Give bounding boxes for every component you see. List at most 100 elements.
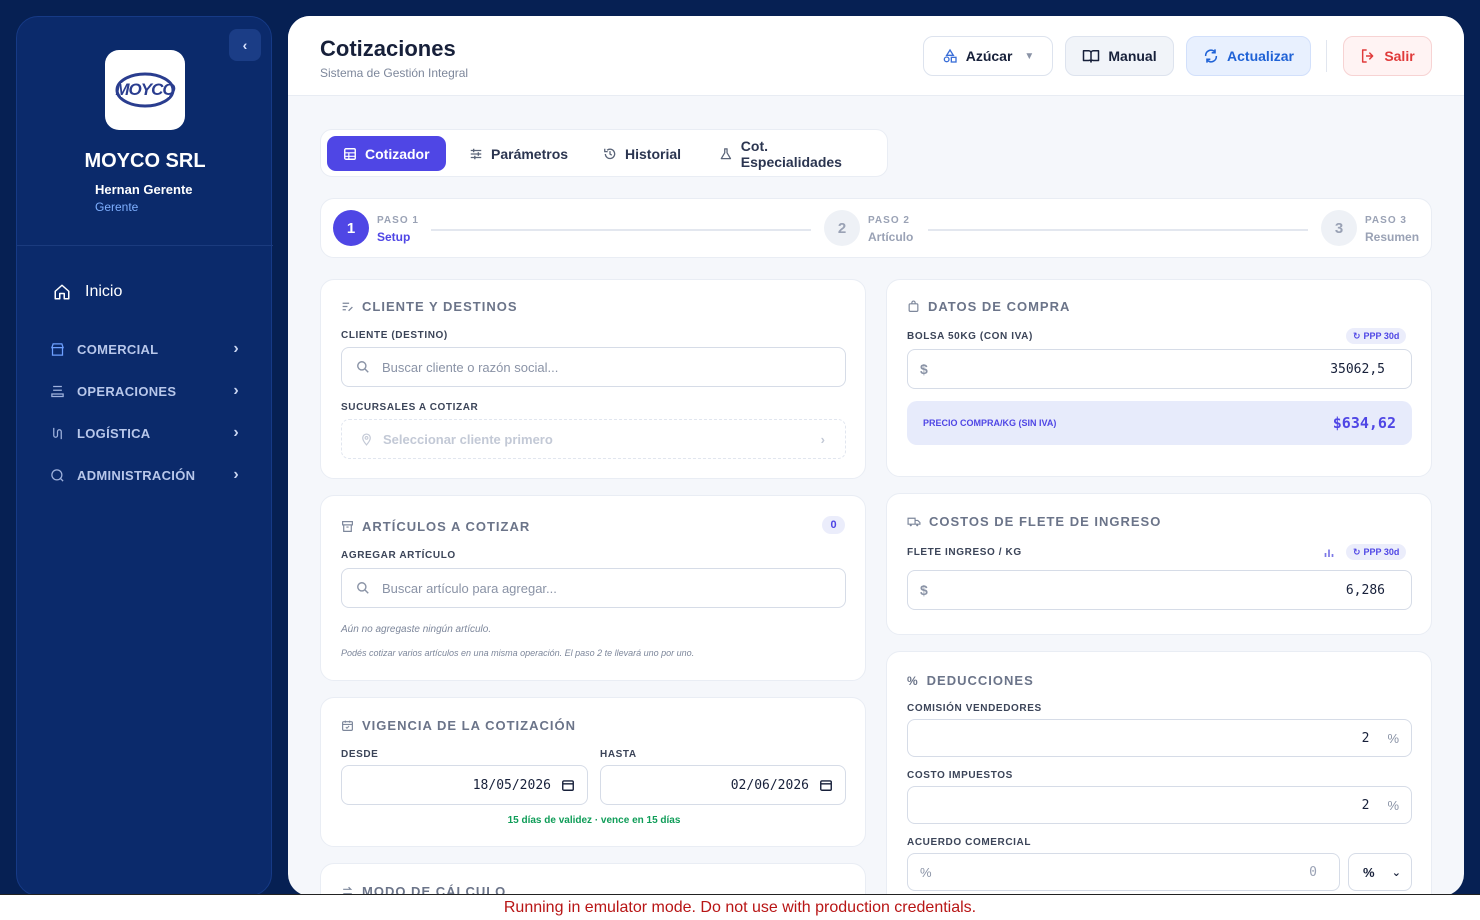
card-title-text: VIGENCIA DE LA COTIZACIÓN <box>362 718 576 733</box>
price-per-kg-label: PRECIO COMPRA/KG (SIN IVA) <box>923 418 1057 428</box>
history-icon <box>604 148 616 159</box>
client-search-input[interactable]: Buscar cliente o razón social... <box>341 347 846 387</box>
client-search-placeholder: Buscar cliente o razón social... <box>382 359 559 375</box>
sidebar-item-logistica[interactable]: LOGÍSTICA › <box>49 421 239 445</box>
tab-label: Cot. Especialidades <box>740 137 842 170</box>
chevron-left-icon: ‹ <box>242 37 248 53</box>
card-title: CLIENTE Y DESTINOS <box>341 299 518 314</box>
bar-chart-icon[interactable] <box>1323 546 1335 564</box>
agreement-input[interactable]: % 0 <box>907 853 1340 891</box>
logout-button[interactable]: Salir <box>1343 36 1432 76</box>
chevron-right-icon: › <box>233 466 239 483</box>
chevron-right-icon: › <box>233 424 239 441</box>
card-title-text: ARTÍCULOS A COTIZAR <box>362 519 531 534</box>
sidebar-item-label: OPERACIONES <box>77 383 177 399</box>
tab-parametros[interactable]: Parámetros <box>453 136 584 171</box>
ppp-badge[interactable]: ↻ PPP 30d <box>1346 328 1407 344</box>
wizard-stepper: 1 PASO 1 Setup 2 PASO 2 Artículo 3 PASO … <box>320 198 1432 258</box>
card-title: ARTÍCULOS A COTIZAR <box>341 519 530 534</box>
user-name: Hernan Gerente <box>95 182 193 197</box>
step-2-kicker: PASO 2 <box>868 215 910 226</box>
main-panel: Cotizaciones Sistema de Gestión Integral… <box>288 16 1464 896</box>
freight-label: FLETE INGRESO / KG <box>907 547 1022 558</box>
step-1-name: Setup <box>377 230 411 244</box>
add-article-label: AGREGAR ARTÍCULO <box>341 550 456 561</box>
collapse-sidebar-button[interactable]: ‹ <box>229 29 261 61</box>
company-name: MOYCO SRL <box>84 150 206 172</box>
shapes-icon <box>943 48 957 63</box>
branches-select[interactable]: Seleccionar cliente primero › <box>341 419 846 459</box>
search-icon <box>357 361 369 373</box>
card-title-text: DATOS DE COMPRA <box>928 299 1071 314</box>
bag-price-value: 35062,5 <box>1330 361 1385 377</box>
book-icon <box>1083 50 1100 63</box>
articles-hint-text: Podés cotizar varios artículos en una mi… <box>341 648 695 658</box>
percent-prefix: % <box>920 864 932 880</box>
step-3-kicker: PASO 3 <box>1365 215 1407 226</box>
chevron-right-icon: › <box>233 382 239 399</box>
tab-historial[interactable]: Historial <box>587 136 697 171</box>
from-date-input[interactable]: 18/05/2026 <box>341 765 588 805</box>
client-card: CLIENTE Y DESTINOS CLIENTE (DESTINO) Bus… <box>320 279 866 479</box>
sidebar-item-label: ADMINISTRACIÓN <box>77 467 196 483</box>
card-title: VIGENCIA DE LA COTIZACIÓN <box>341 718 576 733</box>
tab-label: Cotizador <box>365 145 430 162</box>
validity-note: 15 días de validez · vence en 15 días <box>507 815 681 826</box>
shopping-bag-icon <box>908 300 919 312</box>
taxes-input[interactable]: 2 % <box>907 786 1412 824</box>
commission-input[interactable]: 2 % <box>907 719 1412 757</box>
refresh-icon: ↻ <box>1353 330 1361 341</box>
store-icon <box>49 341 65 357</box>
step-2-circle[interactable]: 2 <box>824 210 860 246</box>
card-title-text: DEDUCCIONES <box>926 673 1034 688</box>
calendar-check-icon <box>342 720 353 731</box>
page-title: Cotizaciones <box>320 36 456 61</box>
sidebar-item-operaciones[interactable]: OPERACIONES › <box>49 379 239 403</box>
emulator-warning-banner: Running in emulator mode. Do not use wit… <box>0 894 1480 920</box>
purchase-card: DATOS DE COMPRA BOLSA 50KG (CON IVA) ↻ P… <box>886 279 1432 477</box>
tab-cot-especialidades[interactable]: Cot. Especialidades <box>703 136 887 171</box>
toolbar-divider <box>1326 40 1327 72</box>
articles-card: ARTÍCULOS A COTIZAR 0 AGREGAR ARTÍCULO B… <box>320 495 866 681</box>
agreement-unit-select[interactable]: % ⌄ <box>1348 853 1412 891</box>
percent-suffix: % <box>1387 730 1399 746</box>
bag-price-input[interactable]: $ 35062,5 <box>907 349 1412 389</box>
sidebar-item-inicio[interactable]: Inicio <box>53 283 122 301</box>
sidebar: ‹ MOYCO MOYCO SRL Hernan Gerente Gerente… <box>16 16 273 896</box>
step-1-kicker: PASO 1 <box>377 215 419 226</box>
admin-icon <box>49 467 65 483</box>
chevron-down-icon: ⌄ <box>1391 866 1401 879</box>
sidebar-item-label: COMERCIAL <box>77 341 159 357</box>
chevron-right-icon: › <box>820 431 825 447</box>
manual-button[interactable]: Manual <box>1065 36 1174 76</box>
step-3-circle[interactable]: 3 <box>1321 210 1357 246</box>
article-search-input[interactable]: Buscar artículo para agregar... <box>341 568 846 608</box>
from-label: DESDE <box>341 749 379 760</box>
sidebar-item-comercial[interactable]: COMERCIAL › <box>49 337 239 361</box>
manual-label: Manual <box>1108 48 1157 64</box>
to-date-input[interactable]: 02/06/2026 <box>600 765 846 805</box>
ppp-badge-label: PPP 30d <box>1363 547 1400 557</box>
sliders-icon <box>470 148 482 159</box>
product-selector[interactable]: Azúcar ▼ <box>923 36 1053 76</box>
sidebar-divider <box>17 245 273 246</box>
freight-card: COSTOS DE FLETE DE INGRESO FLETE INGRESO… <box>886 493 1432 635</box>
deductions-card: % DEDUCCIONES COMISIÓN VENDEDORES 2 % CO… <box>886 651 1432 896</box>
caret-down-icon: ▼ <box>1024 50 1035 62</box>
freight-input[interactable]: $ 6,286 <box>907 570 1412 610</box>
sidebar-item-label: LOGÍSTICA <box>77 425 151 441</box>
card-title-text: CLIENTE Y DESTINOS <box>362 299 518 314</box>
list-edit-icon <box>342 302 353 312</box>
agreement-value: 0 <box>1309 864 1317 880</box>
step-3-name: Resumen <box>1365 230 1420 244</box>
tab-cotizador[interactable]: Cotizador <box>327 136 446 171</box>
top-bar: Cotizaciones Sistema de Gestión Integral… <box>288 16 1464 96</box>
ppp-badge[interactable]: ↻ PPP 30d <box>1346 544 1407 560</box>
user-role: Gerente <box>95 200 139 214</box>
home-icon <box>54 284 70 300</box>
calendar-icon <box>562 780 574 791</box>
step-1-circle[interactable]: 1 <box>333 210 369 246</box>
sidebar-item-administracion[interactable]: ADMINISTRACIÓN › <box>49 463 239 487</box>
refresh-button[interactable]: Actualizar <box>1186 36 1311 76</box>
empty-articles-text: Aún no agregaste ningún artículo. <box>341 624 492 635</box>
